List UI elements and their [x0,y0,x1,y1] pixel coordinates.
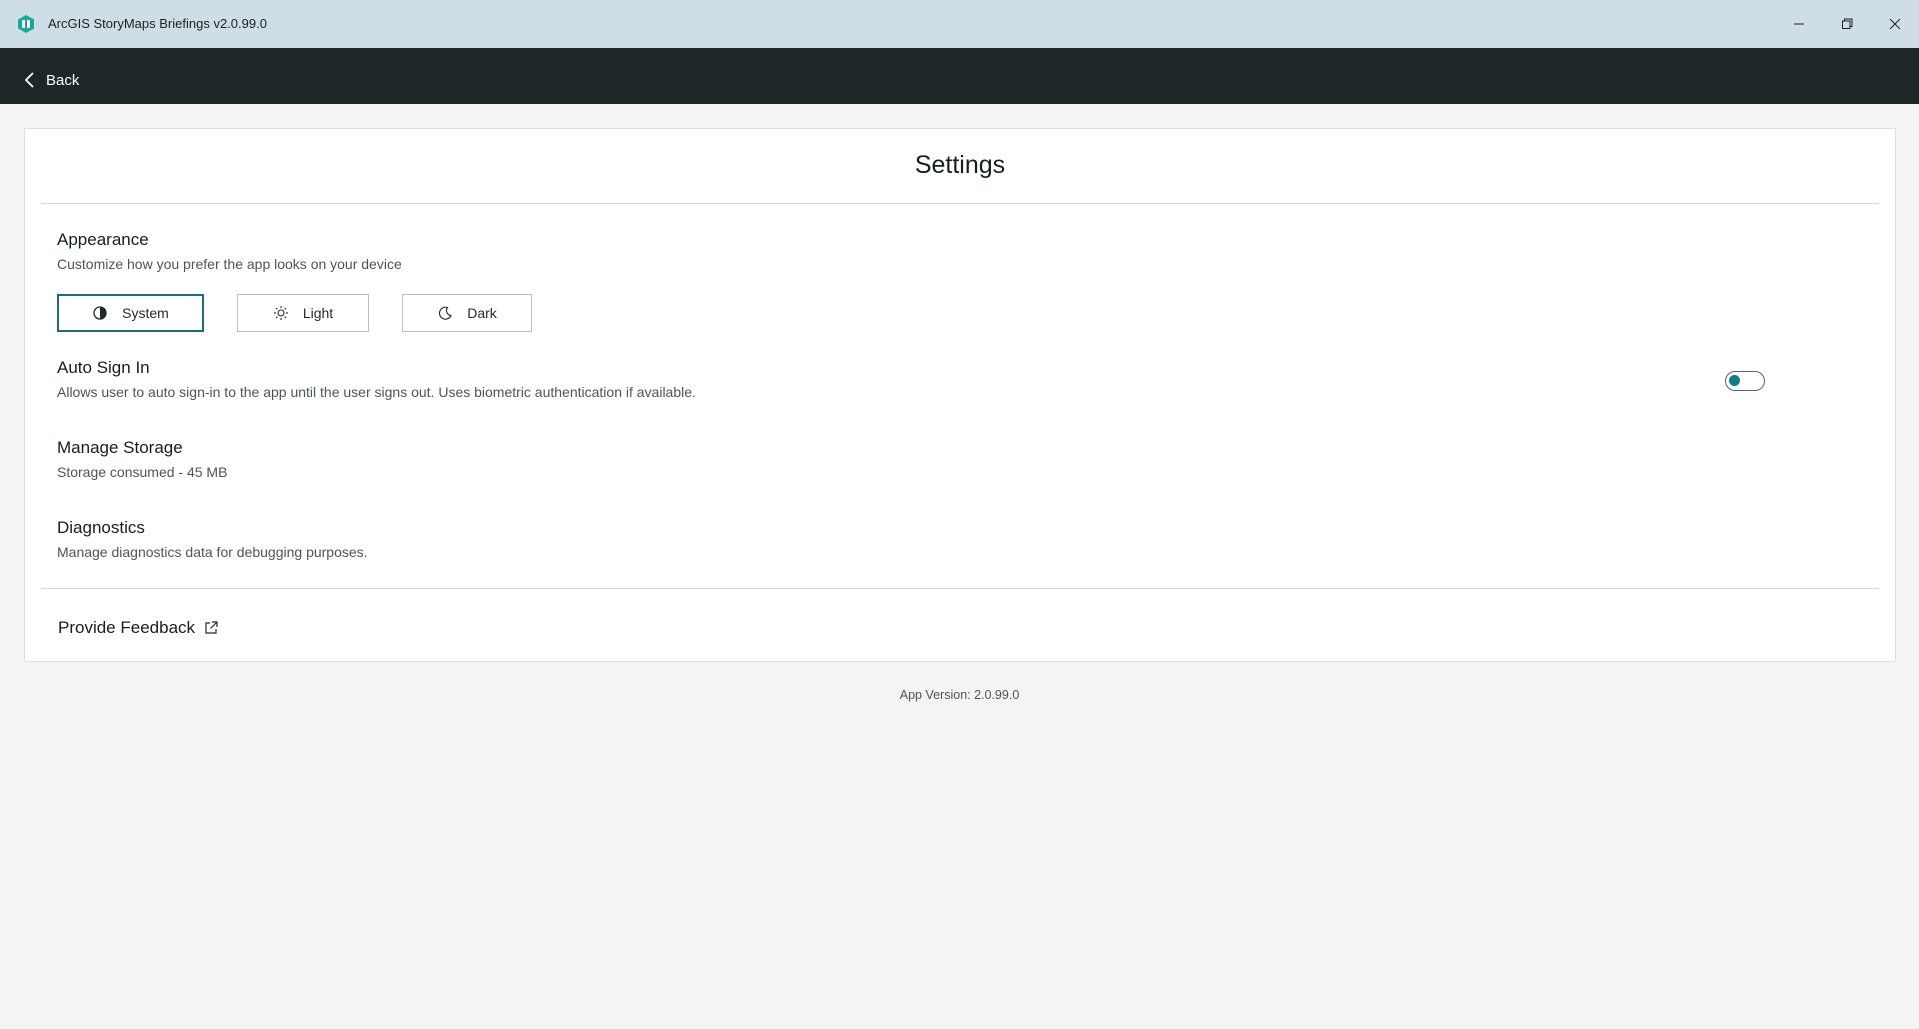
toggle-knob [1729,375,1740,386]
provide-feedback-link[interactable]: Provide Feedback [58,618,219,638]
contrast-icon [93,306,107,320]
provide-feedback-label: Provide Feedback [58,618,196,637]
restore-icon [1842,18,1853,29]
restore-button[interactable] [1823,0,1871,48]
auto-sign-in-description: Allows user to auto sign-in to the app u… [57,384,696,400]
manage-storage-title[interactable]: Manage Storage [57,438,183,458]
sun-icon [273,306,288,320]
theme-dark-label: Dark [467,305,497,321]
back-button[interactable]: Back [24,70,79,90]
minimize-button[interactable] [1775,0,1823,48]
app-version-text: App Version: 2.0.99.0 [899,688,1020,702]
auto-sign-in-toggle[interactable] [1725,371,1765,391]
title-divider [41,203,1879,204]
close-button[interactable] [1871,0,1919,48]
external-link-icon [205,621,218,634]
storymaps-app-icon [18,15,34,33]
appearance-title: Appearance [57,230,149,249]
minimize-icon [1794,23,1804,25]
auto-sign-in-title: Auto Sign In [57,358,150,377]
theme-dark-button[interactable]: Dark [402,294,532,332]
feedback-divider [41,588,1879,589]
window-title: ArcGIS StoryMaps Briefings v2.0.99.0 [48,16,267,31]
theme-light-label: Light [302,305,334,321]
chevron-left-icon [24,72,34,88]
storage-consumed-text: Storage consumed - 45 MB [57,464,228,480]
theme-system-button[interactable]: System [57,294,204,332]
diagnostics-description: Manage diagnostics data for debugging pu… [57,544,368,560]
top-navbar [0,48,1919,104]
window-titlebar: ArcGIS StoryMaps Briefings v2.0.99.0 [0,0,1919,48]
page-title: Settings [914,151,1006,179]
close-icon [1889,18,1901,30]
moon-icon [439,306,453,320]
diagnostics-title[interactable]: Diagnostics [57,518,145,538]
back-label: Back [46,71,80,89]
theme-light-button[interactable]: Light [237,294,369,332]
theme-system-label: System [122,305,169,321]
appearance-description: Customize how you prefer the app looks o… [57,256,402,272]
settings-card: Settings Appearance Customize how you pr… [24,128,1896,662]
